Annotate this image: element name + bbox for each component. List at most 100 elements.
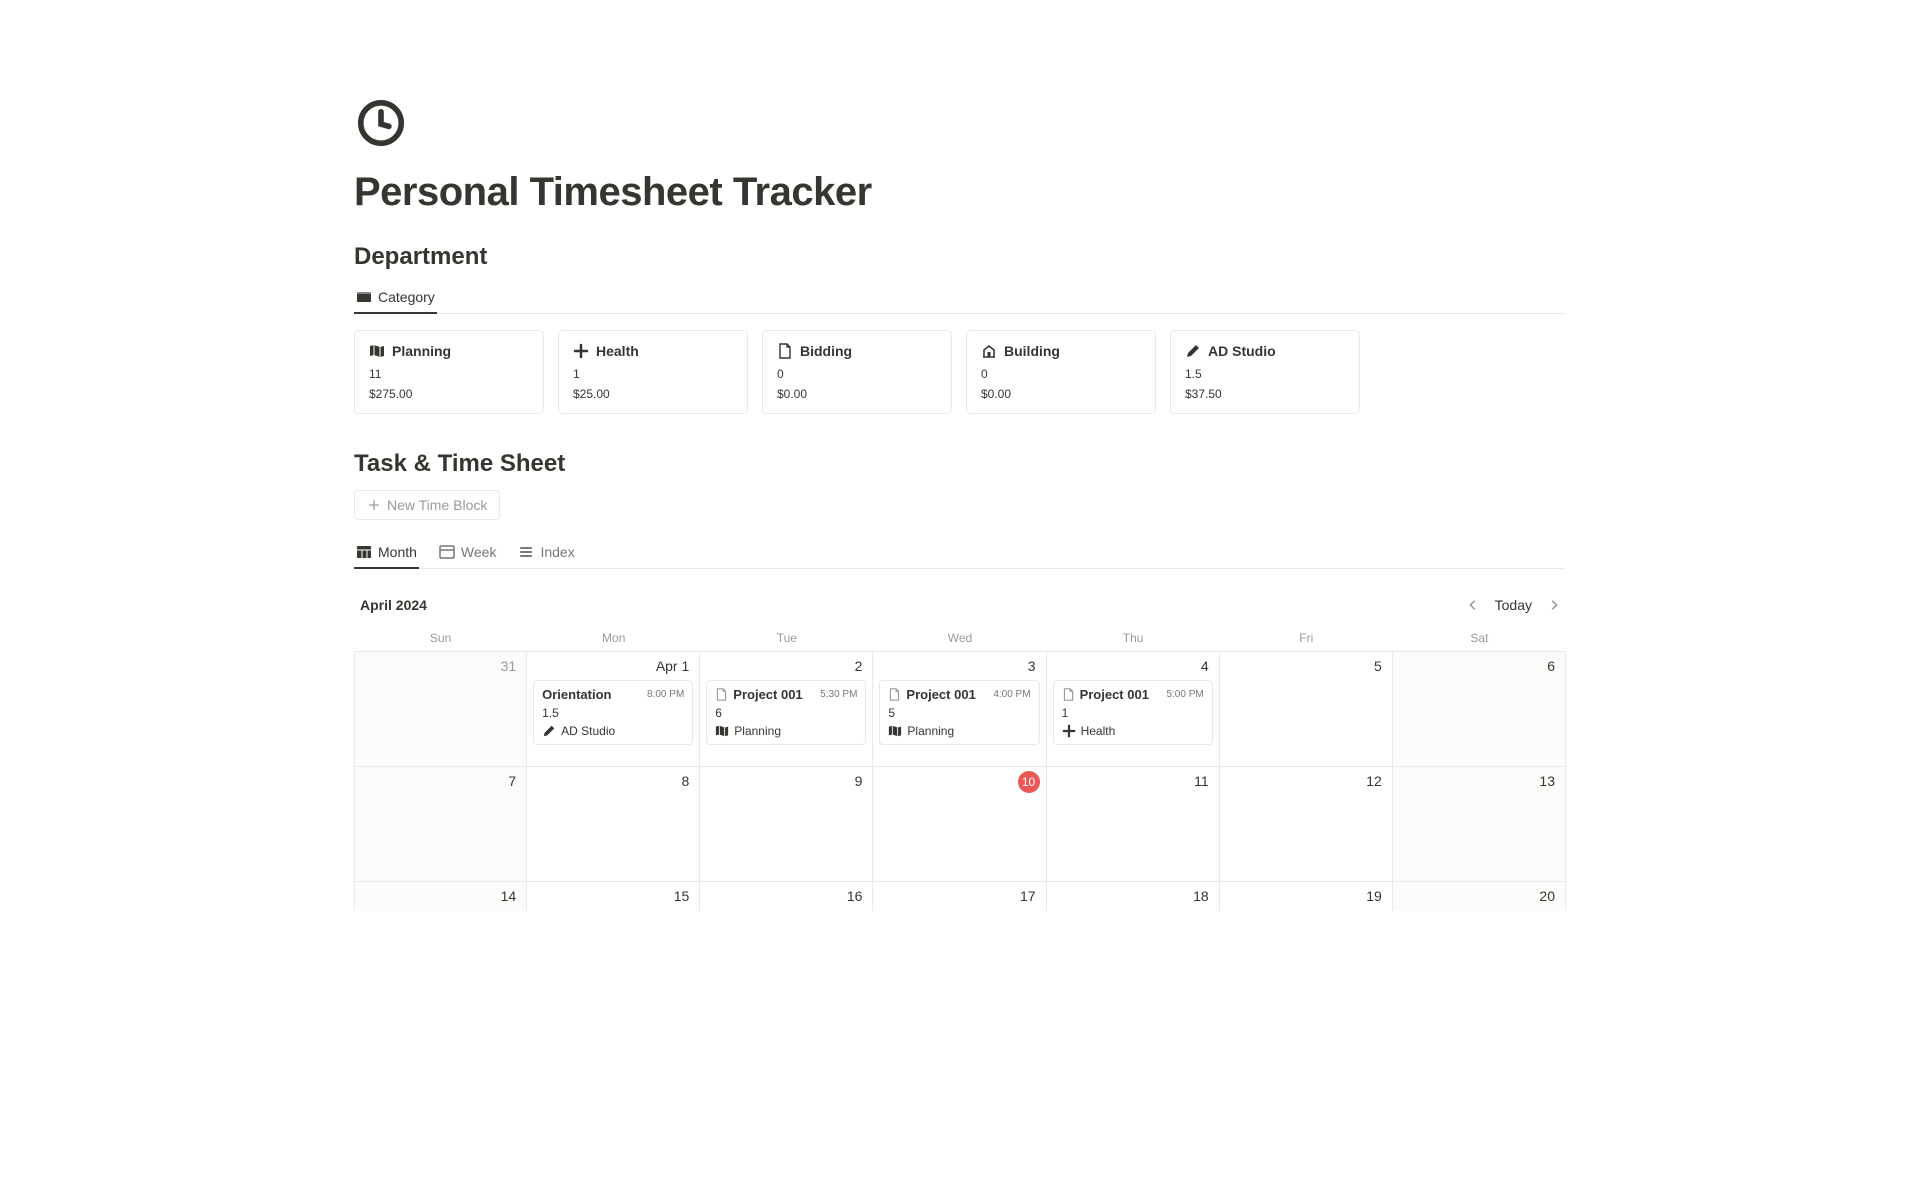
calendar-cell[interactable]: 13 xyxy=(1393,766,1566,881)
calendar-day-number: 12 xyxy=(1366,773,1382,789)
calendar-day-number: 11 xyxy=(1194,773,1209,789)
calendar-event[interactable]: Orientation8:00 PM1.5AD Studio xyxy=(533,680,693,745)
map-icon xyxy=(888,724,902,738)
calendar-cell[interactable]: 31 xyxy=(354,651,527,766)
calendar-event[interactable]: Project 001 4:00 PM 5 Planning xyxy=(879,680,1039,745)
calendar-day-number: 7 xyxy=(508,773,516,789)
plus-icon xyxy=(367,498,381,512)
map-icon xyxy=(369,343,385,359)
plus-icon xyxy=(573,343,589,359)
calendar-cell[interactable]: 7 xyxy=(354,766,527,881)
event-title: Project 001 xyxy=(906,687,975,702)
doc-icon xyxy=(1062,688,1075,701)
event-time: 4:00 PM xyxy=(993,689,1030,700)
calendar-month-label: April 2024 xyxy=(354,597,427,613)
calendar-day-number: 17 xyxy=(1020,888,1036,904)
category-card[interactable]: Bidding0$0.00 xyxy=(762,330,952,414)
calendar-cell[interactable]: 5 xyxy=(1220,651,1393,766)
category-card[interactable]: Planning11$275.00 xyxy=(354,330,544,414)
calendar-cell[interactable]: 3 Project 001 4:00 PM 5 Planning xyxy=(873,651,1046,766)
calendar-cell[interactable]: 16 xyxy=(700,881,873,911)
calendar-cell[interactable]: 11 xyxy=(1047,766,1220,881)
calendar-day-header: Thu xyxy=(1047,627,1220,651)
calendar-cell[interactable]: 10 xyxy=(873,766,1046,881)
today-button[interactable]: Today xyxy=(1491,595,1536,615)
cal-week-icon xyxy=(439,544,455,560)
calendar-day-header: Sat xyxy=(1393,627,1566,651)
tab-category-label: Category xyxy=(378,289,435,305)
event-hours: 1 xyxy=(1062,706,1204,720)
category-card-hours: 11 xyxy=(369,367,529,381)
calendar-day-header: Tue xyxy=(700,627,873,651)
calendar-day-header: Mon xyxy=(527,627,700,651)
event-time: 5:00 PM xyxy=(1166,689,1203,700)
category-card-name: AD Studio xyxy=(1208,343,1276,359)
calendar-day-number: 20 xyxy=(1539,888,1555,904)
calendar-cell[interactable]: 17 xyxy=(873,881,1046,911)
calendar-cell[interactable]: 6 xyxy=(1393,651,1566,766)
event-category: Planning xyxy=(734,724,781,738)
calendar-cell[interactable]: 19 xyxy=(1220,881,1393,911)
view-tabs: Month Week Index xyxy=(354,538,1566,569)
calendar-nav: April 2024 Today xyxy=(354,585,1566,627)
plus-icon xyxy=(1062,724,1076,738)
next-month-button[interactable] xyxy=(1542,593,1566,617)
calendar-cell[interactable]: 4Project 0015:00 PM1Health xyxy=(1047,651,1220,766)
pencil-icon xyxy=(542,724,556,738)
calendar-cell[interactable]: 12 xyxy=(1220,766,1393,881)
calendar-day-number: 2 xyxy=(855,658,863,674)
category-card[interactable]: Building0$0.00 xyxy=(966,330,1156,414)
calendar-cell[interactable]: 8 xyxy=(527,766,700,881)
category-card[interactable]: Health1$25.00 xyxy=(558,330,748,414)
calendar-day-header: Sun xyxy=(354,627,527,651)
category-card[interactable]: AD Studio 1.5 $37.50 xyxy=(1170,330,1360,414)
view-tab-label: Week xyxy=(461,544,497,560)
view-tab-month[interactable]: Month xyxy=(354,538,419,568)
calendar-cell[interactable]: 2Project 0015:30 PM6Planning xyxy=(700,651,873,766)
calendar-cell[interactable]: 20 xyxy=(1393,881,1566,911)
calendar-cell[interactable]: 15 xyxy=(527,881,700,911)
calendar-event[interactable]: Project 0015:00 PM1Health xyxy=(1053,680,1213,745)
category-card-hours: 1.5 xyxy=(1185,367,1345,381)
department-tabs: Category xyxy=(354,283,1566,314)
event-category: Health xyxy=(1081,724,1116,738)
calendar-day-number: 5 xyxy=(1374,658,1382,674)
category-cards: Planning11$275.00Health1$25.00Bidding0$0… xyxy=(354,330,1566,414)
event-category: AD Studio xyxy=(561,724,615,738)
category-card-amount: $37.50 xyxy=(1185,387,1345,401)
event-category: Planning xyxy=(907,724,954,738)
calendar-event[interactable]: Project 0015:30 PM6Planning xyxy=(706,680,866,745)
view-tab-week[interactable]: Week xyxy=(437,538,499,568)
category-card-amount: $0.00 xyxy=(981,387,1141,401)
category-card-amount: $0.00 xyxy=(777,387,937,401)
cal-grid-icon xyxy=(356,544,372,560)
prev-month-button[interactable] xyxy=(1461,593,1485,617)
view-tab-index[interactable]: Index xyxy=(516,538,576,568)
category-card-hours: 1 xyxy=(573,367,733,381)
calendar-cell[interactable]: 9 xyxy=(700,766,873,881)
page-icon xyxy=(777,343,793,359)
new-time-block-button[interactable]: New Time Block xyxy=(354,490,500,520)
calendar-day-number: 10 xyxy=(1018,771,1040,793)
tab-category[interactable]: Category xyxy=(354,283,437,313)
calendar-cell[interactable]: Apr 1Orientation8:00 PM1.5AD Studio xyxy=(527,651,700,766)
event-hours: 6 xyxy=(715,706,857,720)
event-time: 8:00 PM xyxy=(647,689,684,700)
calendar-cell[interactable]: 14 xyxy=(354,881,527,911)
calendar-day-number: 3 xyxy=(1028,658,1036,674)
building-icon xyxy=(981,343,997,359)
doc-icon xyxy=(888,688,901,701)
view-tab-label: Month xyxy=(378,544,417,560)
event-hours: 5 xyxy=(888,706,1030,720)
event-time: 5:30 PM xyxy=(820,689,857,700)
category-card-name: Planning xyxy=(392,343,451,359)
calendar-day-number: 4 xyxy=(1201,658,1209,674)
calendar-day-number: 6 xyxy=(1547,658,1555,674)
view-tab-label: Index xyxy=(540,544,574,560)
list-icon xyxy=(518,544,534,560)
calendar-day-number: 16 xyxy=(847,888,863,904)
category-card-name: Building xyxy=(1004,343,1060,359)
calendar-day-headers: SunMonTueWedThuFriSat xyxy=(354,627,1566,651)
calendar-cell[interactable]: 18 xyxy=(1047,881,1220,911)
calendar-day-number: 14 xyxy=(501,888,517,904)
